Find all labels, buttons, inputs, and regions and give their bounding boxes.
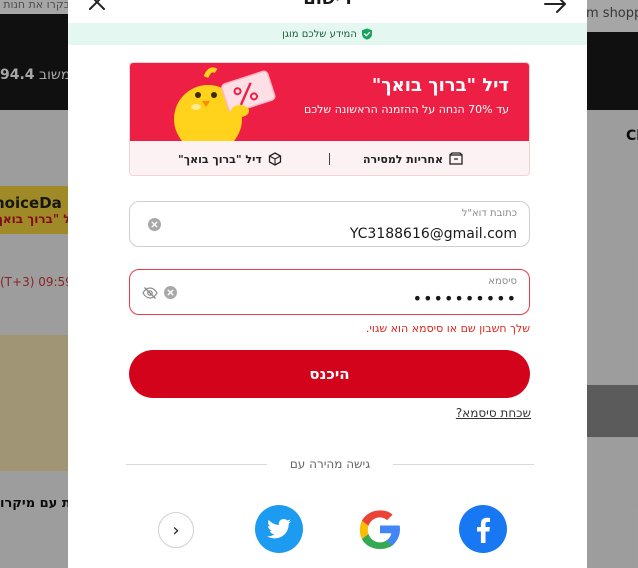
email-field[interactable]: כתובת דוא"ל YC3188616@gmail.com	[129, 201, 530, 247]
login-error-message: שלך חשבון שם או סיסמא הוא שגוי.	[365, 322, 530, 335]
chick-ticket-icon	[174, 67, 276, 141]
clear-password-icon[interactable]	[164, 286, 177, 299]
register-modal: רישום המידע שלכם מוגן	[68, 0, 587, 568]
secure-info-text: המידע שלכם מוגן	[282, 28, 357, 40]
chevron-right-icon: ›	[172, 519, 180, 541]
more-options-button[interactable]: ›	[158, 512, 194, 548]
welcome-deal-banner: דיל "ברוך בואך" עד 70% הנחה על ההזמנה הר…	[130, 63, 529, 141]
welcome-deal-label: דיל "ברוך בואך"	[178, 152, 262, 166]
welcome-deal-item: דיל "ברוך בואך"	[178, 141, 282, 175]
deal-separator	[329, 153, 330, 165]
arrow-right-icon[interactable]	[541, 0, 569, 18]
welcome-deal-card: דיל "ברוך בואך" עד 70% הנחה על ההזמנה הר…	[129, 62, 530, 176]
deal-benefits: אחריות למסירה דיל "ברוך בואך"	[130, 141, 529, 175]
modal-title: רישום	[68, 0, 587, 9]
shield-check-icon	[361, 28, 372, 40]
clear-email-icon[interactable]	[148, 218, 161, 231]
delivery-guarantee-item: אחריות למסירה	[362, 141, 463, 175]
email-label: כתובת דוא"ל	[461, 208, 517, 219]
deal-subtitle: עד 70% הנחה על ההזמנה הראשונה שלכם	[304, 103, 509, 116]
email-value[interactable]: YC3188616@gmail.com	[350, 226, 517, 242]
deal-title: דיל "ברוך בואך"	[371, 75, 509, 96]
hexagon-icon	[268, 152, 281, 166]
eye-off-icon[interactable]	[142, 286, 158, 300]
delivery-guarantee-label: אחריות למסירה	[362, 152, 443, 166]
password-value[interactable]: ••••••••••	[413, 289, 517, 308]
delivery-box-icon	[449, 152, 463, 165]
password-label: סיסמא	[488, 276, 517, 287]
facebook-icon[interactable]	[459, 505, 507, 553]
twitter-icon[interactable]	[255, 505, 303, 553]
quick-access-label: גישה מהירה עם	[267, 457, 393, 471]
password-field[interactable]: סיסמא ••••••••••	[129, 269, 530, 315]
google-icon[interactable]	[356, 505, 404, 553]
login-button[interactable]: היכנס	[129, 350, 530, 398]
secure-info-bar: המידע שלכם מוגן	[68, 23, 587, 45]
forgot-password-link[interactable]: שכחת סיסמא?	[456, 406, 531, 420]
